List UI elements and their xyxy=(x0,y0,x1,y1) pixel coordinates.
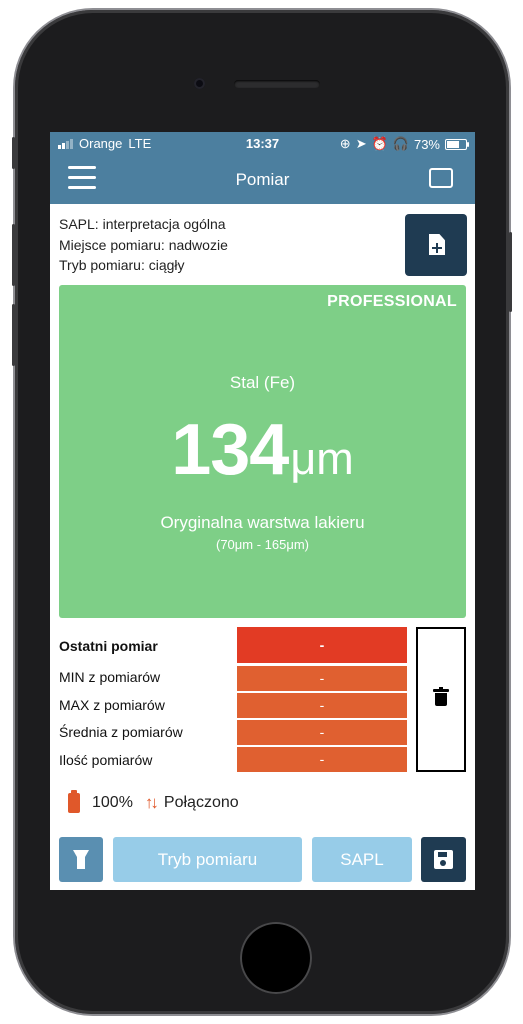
power-button xyxy=(509,232,512,312)
transfer-arrows-icon: ↑↓ xyxy=(144,793,159,812)
mute-switch xyxy=(12,137,15,169)
value-number: 134 xyxy=(171,410,289,490)
avg-value: - xyxy=(237,720,407,745)
status-bar: Orange LTE 13:37 ⊕ ➤ ⏰ 🎧 73% xyxy=(50,132,475,154)
measurement-info: SAPL: interpretacja ogólna Miejsce pomia… xyxy=(59,214,228,276)
min-label: MIN z pomiarów xyxy=(59,669,161,685)
stats-values: - - - - - xyxy=(237,627,407,774)
battery-icon xyxy=(445,138,469,150)
mode-info: Tryb pomiaru: ciągły xyxy=(59,257,185,273)
max-label: MAX z pomiarów xyxy=(59,696,165,713)
flashlight-button[interactable] xyxy=(59,837,103,882)
add-report-button[interactable] xyxy=(405,214,467,276)
battery-percent: 73% xyxy=(413,136,440,152)
earpiece-speaker xyxy=(234,80,320,88)
location-info: Miejsce pomiaru: nadwozie xyxy=(59,236,228,253)
location-icon: ➤ xyxy=(355,136,367,151)
measurement-mode-button[interactable]: Tryb pomiaru xyxy=(113,837,302,882)
device-battery: 100% xyxy=(92,794,133,811)
page-title: Pomiar xyxy=(235,170,290,189)
fullscreen-icon[interactable] xyxy=(429,168,453,188)
device-status: 100% ↑↓ Połączono xyxy=(68,790,239,813)
layer-status: Oryginalna warstwa lakieru xyxy=(160,513,365,532)
max-value: - xyxy=(237,693,407,718)
measurement-value: 134μm xyxy=(59,409,466,491)
front-camera xyxy=(194,78,205,89)
trash-icon xyxy=(433,687,449,706)
headphones-icon: 🎧 xyxy=(392,136,409,151)
material-label: Stal (Fe) xyxy=(229,373,296,392)
last-measurement-value: - xyxy=(237,627,407,663)
count-label: Ilość pomiarów xyxy=(59,751,153,768)
layer-range: (70μm - 165μm) xyxy=(216,537,309,552)
min-value: - xyxy=(237,666,407,691)
flashlight-icon xyxy=(73,850,89,869)
app-screen: Orange LTE 13:37 ⊕ ➤ ⏰ 🎧 73% Pomiar SAPL… xyxy=(50,132,475,890)
stats-labels: Ostatni pomiar MIN z pomiarów MAX z pomi… xyxy=(59,628,183,774)
save-button[interactable] xyxy=(421,837,466,882)
connection-status: Połączono xyxy=(163,794,239,811)
navigation-bar: Pomiar xyxy=(50,154,475,204)
volume-up-button xyxy=(12,224,15,286)
value-unit: μm xyxy=(290,433,354,484)
sapl-button[interactable]: SAPL xyxy=(312,837,412,882)
lock-rotation-icon: ⊕ xyxy=(339,136,351,151)
sapl-info: SAPL: interpretacja ogólna xyxy=(59,216,226,232)
volume-down-button xyxy=(12,304,15,366)
save-icon xyxy=(434,850,453,869)
pro-badge: PROFESSIONAL xyxy=(327,293,457,310)
delete-measurements-button[interactable] xyxy=(416,627,466,772)
home-button[interactable] xyxy=(240,922,312,994)
avg-label: Średnia z pomiarów xyxy=(59,724,183,740)
last-measurement-label: Ostatni pomiar xyxy=(59,638,158,654)
measurement-panel: PROFESSIONAL Stal (Fe) 134μm Oryginalna … xyxy=(59,285,466,618)
alarm-icon: ⏰ xyxy=(371,136,388,151)
battery-icon xyxy=(68,790,80,813)
count-value: - xyxy=(237,747,407,772)
